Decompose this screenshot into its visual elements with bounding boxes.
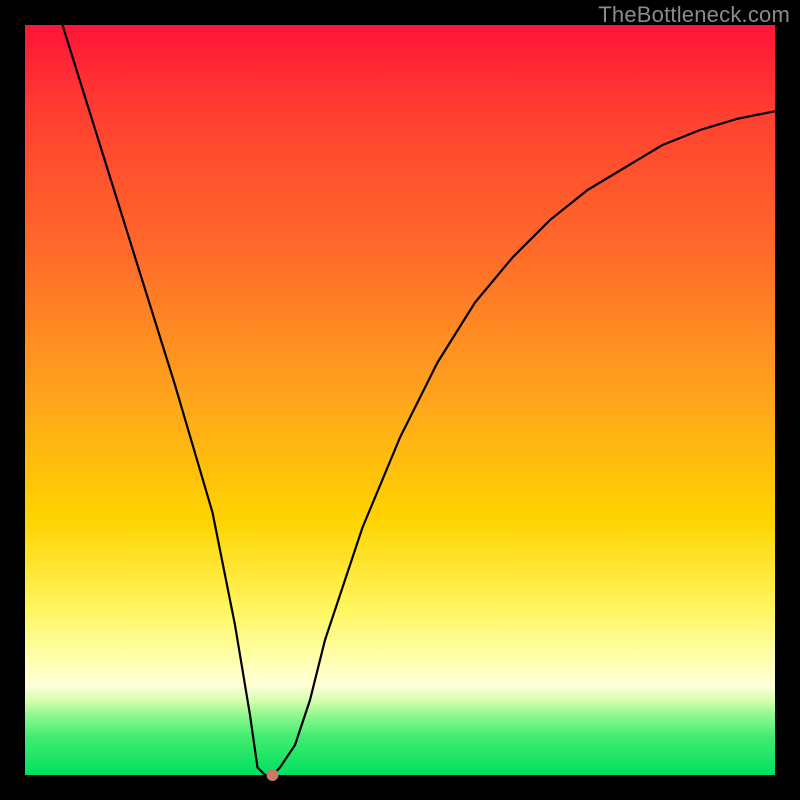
minimum-marker [267,769,279,781]
chart-svg [25,25,775,775]
bottleneck-curve [63,25,776,775]
